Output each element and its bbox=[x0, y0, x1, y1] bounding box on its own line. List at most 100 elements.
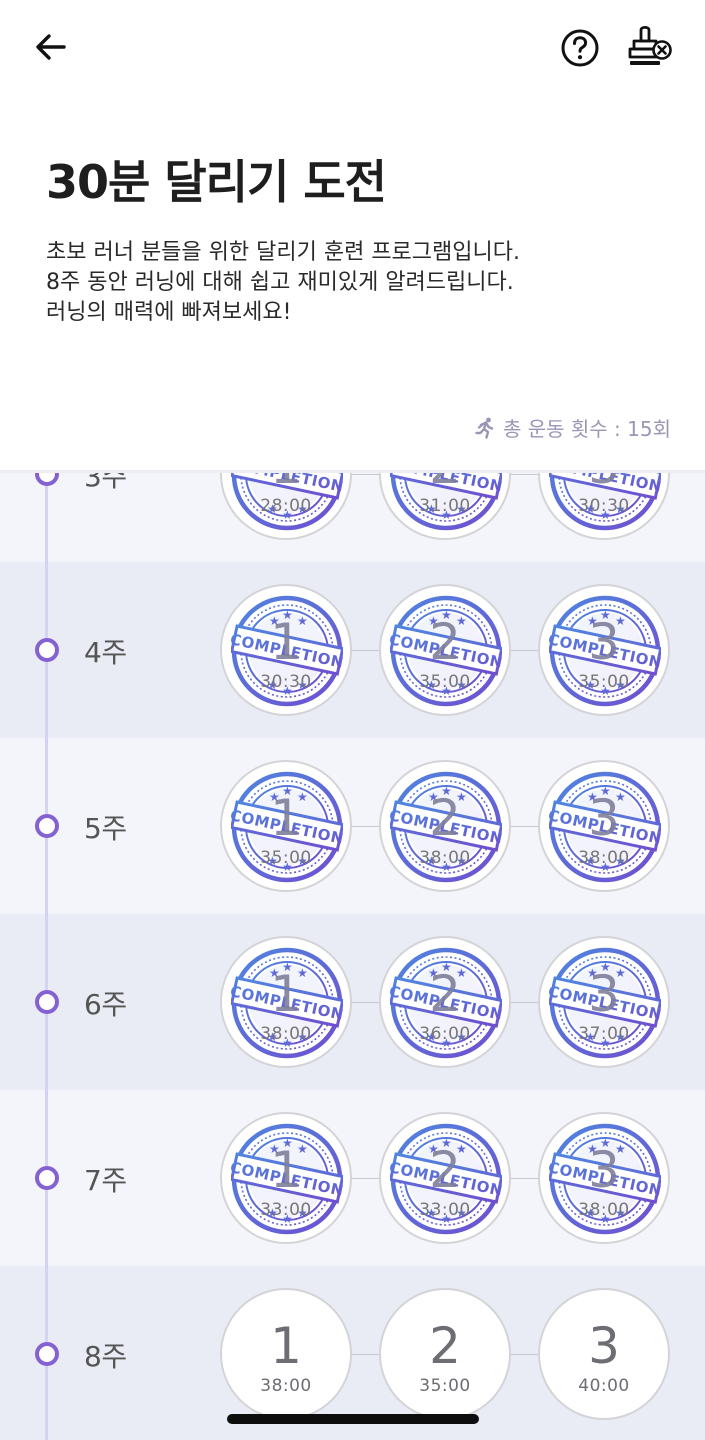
session-time: 38:00 bbox=[260, 1376, 312, 1396]
session-number: 3 bbox=[588, 1317, 620, 1375]
session-time: 35:00 bbox=[419, 672, 471, 692]
week-label: 5주 bbox=[84, 812, 127, 845]
session-number: 3 bbox=[588, 965, 620, 1023]
session-connector bbox=[509, 1178, 541, 1179]
session-number: 1 bbox=[270, 789, 302, 847]
session-number: 1 bbox=[270, 965, 302, 1023]
week-label: 6주 bbox=[84, 988, 127, 1021]
session-button[interactable]: ★★★★★★COMPLETION128:00 bbox=[220, 473, 352, 540]
session-number: 1 bbox=[270, 613, 302, 671]
session-time: 28:00 bbox=[260, 496, 312, 516]
session-connector bbox=[509, 1354, 541, 1355]
help-circle-icon[interactable] bbox=[558, 26, 602, 70]
session-button[interactable]: 3 40:00 bbox=[538, 1288, 670, 1420]
week-rows: 3주 ★★★★★★COMPLETION128:00 ★★★★★★COMPLETION… bbox=[0, 470, 705, 1440]
back-arrow-icon[interactable] bbox=[28, 26, 72, 70]
session-button[interactable]: ★★★★★★COMPLETION330:30 bbox=[538, 473, 670, 540]
session-button[interactable]: ★ ★ ★ ★ ★ ★ COMPLETION 2 36:00 bbox=[379, 936, 511, 1068]
session-number: 1 bbox=[222, 473, 350, 494]
total-count-label: 총 운동 횟수 : 15회 bbox=[502, 417, 671, 441]
timeline-dot bbox=[35, 990, 59, 1014]
session-time: 35:00 bbox=[260, 848, 312, 868]
session-connector bbox=[350, 1354, 382, 1355]
session-connector bbox=[350, 474, 382, 475]
session-connector bbox=[509, 474, 541, 475]
session-number: 3 bbox=[540, 473, 668, 494]
session-button[interactable]: 1 38:00 bbox=[220, 1288, 352, 1420]
timeline-line bbox=[45, 473, 48, 1440]
top-bar bbox=[0, 0, 705, 100]
session-number: 2 bbox=[429, 789, 461, 847]
page-title: 30분 달리기 도전 bbox=[46, 155, 387, 209]
total-workout-count: 총 운동 횟수 : 15회 bbox=[473, 413, 671, 442]
session-time: 30:30 bbox=[260, 672, 312, 692]
session-time: 35:00 bbox=[419, 1376, 471, 1396]
week-row: 3주 ★★★★★★COMPLETION128:00 ★★★★★★COMPLETION… bbox=[0, 470, 705, 562]
session-button[interactable]: ★ ★ ★ ★ ★ ★ COMPLETION 2 33:00 bbox=[379, 1112, 511, 1244]
session-time: 33:00 bbox=[260, 1200, 312, 1220]
running-person-icon bbox=[473, 416, 497, 440]
session-time: 33:00 bbox=[419, 1200, 471, 1220]
timeline-dot bbox=[35, 1342, 59, 1366]
session-button[interactable]: ★ ★ ★ ★ ★ ★ COMPLETION 3 37:00 bbox=[538, 936, 670, 1068]
session-button[interactable]: ★ ★ ★ ★ ★ ★ COMPLETION 3 38:00 bbox=[538, 1112, 670, 1244]
challenge-page: 30분 달리기 도전 초보 러너 분들을 위한 달리기 훈련 프로그램입니다. … bbox=[0, 0, 705, 1440]
session-number: 2 bbox=[429, 613, 461, 671]
timeline-dot bbox=[35, 638, 59, 662]
session-connector bbox=[509, 650, 541, 651]
description-line: 초보 러너 분들을 위한 달리기 훈련 프로그램입니다. bbox=[46, 240, 520, 265]
session-time: 35:00 bbox=[578, 672, 630, 692]
session-button[interactable]: ★ ★ ★ ★ ★ ★ COMPLETION 1 30:30 bbox=[220, 584, 352, 716]
session-number: 2 bbox=[429, 1317, 461, 1375]
session-button[interactable]: ★ ★ ★ ★ ★ ★ COMPLETION 3 35:00 bbox=[538, 584, 670, 716]
session-time: 40:00 bbox=[578, 1376, 630, 1396]
session-connector bbox=[350, 826, 382, 827]
session-button[interactable]: ★ ★ ★ ★ ★ ★ COMPLETION 1 33:00 bbox=[220, 1112, 352, 1244]
session-connector bbox=[350, 1002, 382, 1003]
session-time: 38:00 bbox=[419, 848, 471, 868]
description-line: 러닝의 매력에 빠져보세요! bbox=[46, 300, 292, 325]
session-button[interactable]: ★ ★ ★ ★ ★ ★ COMPLETION 1 38:00 bbox=[220, 936, 352, 1068]
week-row: 6주 ★ ★ ★ ★ ★ ★ COMPLETION 1 38:00 ★ ★ ★ ★ ★ ★ COMPLETION… bbox=[0, 914, 705, 1090]
session-number: 1 bbox=[270, 1141, 302, 1199]
week-label: 4주 bbox=[84, 636, 127, 669]
session-connector bbox=[350, 1178, 382, 1179]
session-number: 1 bbox=[270, 1317, 302, 1375]
description: 초보 러너 분들을 위한 달리기 훈련 프로그램입니다. 8주 동안 러닝에 대… bbox=[46, 238, 666, 328]
session-time: 38:00 bbox=[578, 1200, 630, 1220]
session-time: 36:00 bbox=[419, 1024, 471, 1044]
session-button[interactable]: ★ ★ ★ ★ ★ ★ COMPLETION 1 35:00 bbox=[220, 760, 352, 892]
week-row: 4주 ★ ★ ★ ★ ★ ★ COMPLETION 1 30:30 ★ ★ ★ ★ ★ ★ COMPLETION… bbox=[0, 562, 705, 738]
session-time: 38:00 bbox=[260, 1024, 312, 1044]
timeline-dot bbox=[35, 1166, 59, 1190]
session-button[interactable]: ★ ★ ★ ★ ★ ★ COMPLETION 2 38:00 bbox=[379, 760, 511, 892]
session-number: 3 bbox=[588, 613, 620, 671]
week-label: 3주 bbox=[84, 470, 127, 493]
stamp-cancel-icon[interactable] bbox=[624, 24, 674, 72]
week-list[interactable]: 3주 ★★★★★★COMPLETION128:00 ★★★★★★COMPLETION… bbox=[0, 470, 705, 1440]
session-button[interactable]: ★ ★ ★ ★ ★ ★ COMPLETION 3 38:00 bbox=[538, 760, 670, 892]
session-connector bbox=[509, 1002, 541, 1003]
session-number: 2 bbox=[429, 1141, 461, 1199]
session-time: 37:00 bbox=[578, 1024, 630, 1044]
home-indicator bbox=[227, 1414, 479, 1424]
session-connector bbox=[350, 650, 382, 651]
session-time: 30:30 bbox=[578, 496, 630, 516]
session-button[interactable]: ★ ★ ★ ★ ★ ★ COMPLETION 2 35:00 bbox=[379, 584, 511, 716]
session-number: 2 bbox=[381, 473, 509, 494]
session-number: 3 bbox=[588, 1141, 620, 1199]
session-time: 38:00 bbox=[578, 848, 630, 868]
session-time: 31:00 bbox=[419, 496, 471, 516]
description-line: 8주 동안 러닝에 대해 쉽고 재미있게 알려드립니다. bbox=[46, 270, 514, 295]
week-row: 5주 ★ ★ ★ ★ ★ ★ COMPLETION 1 35:00 ★ ★ ★ ★ ★ ★ COMPLETION… bbox=[0, 738, 705, 914]
timeline-dot bbox=[35, 814, 59, 838]
week-label: 8주 bbox=[84, 1340, 127, 1373]
session-connector bbox=[509, 826, 541, 827]
session-button[interactable]: ★★★★★★COMPLETION231:00 bbox=[379, 473, 511, 540]
timeline-dot bbox=[35, 473, 59, 486]
week-label: 7주 bbox=[84, 1164, 127, 1197]
session-button[interactable]: 2 35:00 bbox=[379, 1288, 511, 1420]
session-number: 3 bbox=[588, 789, 620, 847]
week-row: 7주 ★ ★ ★ ★ ★ ★ COMPLETION 1 33:00 ★ ★ ★ ★ ★ ★ COMPLETION… bbox=[0, 1090, 705, 1266]
session-number: 2 bbox=[429, 965, 461, 1023]
